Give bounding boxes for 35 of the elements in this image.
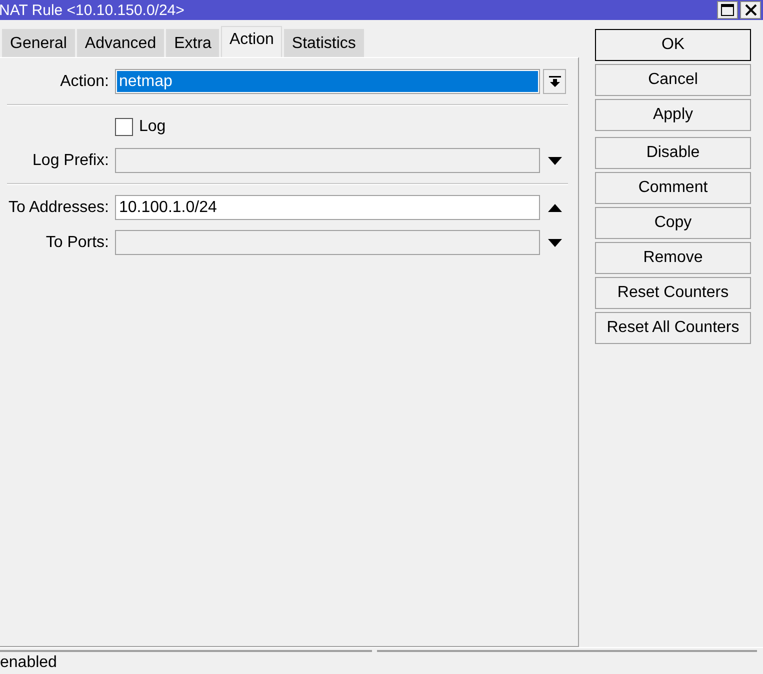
maximize-button[interactable] [717,1,738,19]
dialog-button[interactable]: Copy [595,207,751,239]
dialog-button[interactable]: Reset All Counters [595,312,751,344]
dialog-button[interactable]: Remove [595,242,751,274]
window-title: NAT Rule <10.10.150.0/24> [0,2,184,18]
field-label: Log Prefix: [32,152,110,170]
checkbox[interactable] [115,118,133,136]
tab[interactable]: Extra [166,29,220,57]
down-arrow-icon [548,156,562,164]
dialog-button[interactable]: OK [595,29,751,61]
tab[interactable]: Statistics [284,29,364,57]
dialog-button[interactable]: Comment [595,172,751,204]
dialog-button[interactable]: Cancel [595,64,751,96]
tab[interactable]: Action [221,26,282,57]
close-icon [744,4,756,16]
field-label: Action: [59,72,110,90]
down-arrow-icon [548,76,560,88]
dialog-button[interactable]: Reset Counters [595,277,751,309]
input-field[interactable] [115,148,540,173]
tab[interactable]: General [2,29,75,57]
tab[interactable]: Advanced [76,29,164,57]
dropdown-button[interactable] [543,69,566,94]
dialog-button[interactable]: Apply [595,99,751,131]
select-field[interactable]: netmap [115,69,540,94]
dialog-button[interactable]: Disable [595,137,751,169]
field-label: To Addresses: [8,198,110,216]
field-label: To Ports: [44,234,110,252]
close-button[interactable] [740,1,761,19]
maximize-icon [721,4,734,16]
up-arrow-icon [548,204,562,212]
down-arrow-icon [548,238,562,246]
input-field[interactable] [115,230,540,255]
checkbox-label: Log [139,118,166,136]
status-text: enabled [0,654,57,672]
input-field[interactable]: 10.100.1.0/24 [115,195,540,220]
